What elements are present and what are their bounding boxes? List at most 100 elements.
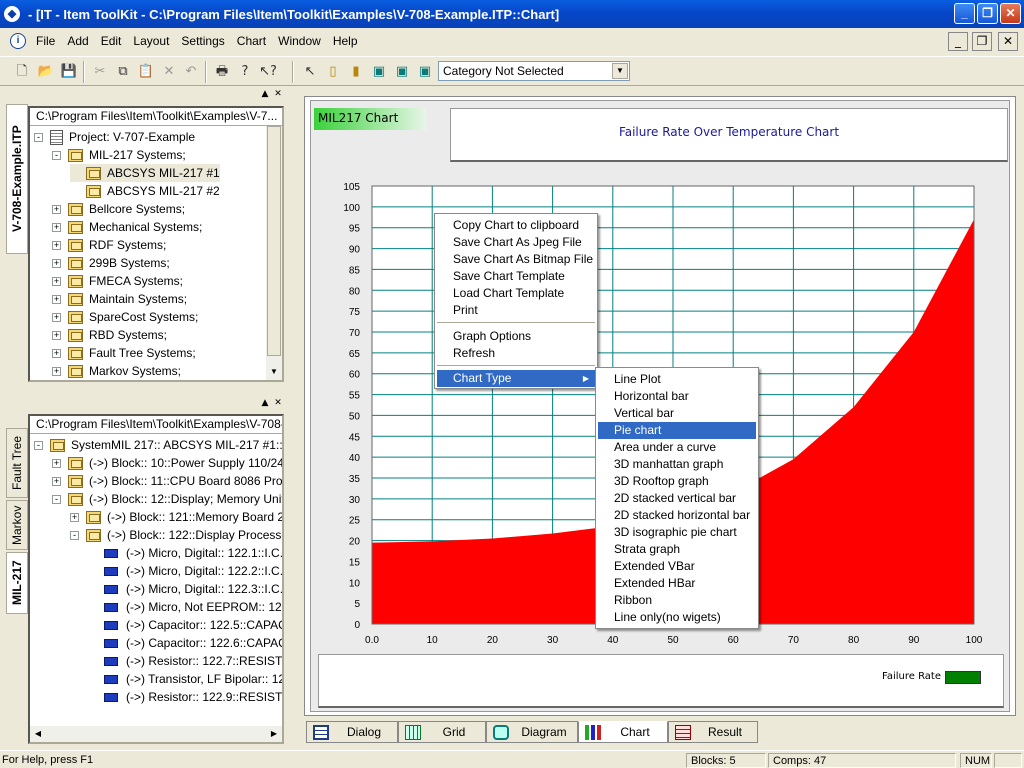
cut-icon[interactable]: ✂ — [90, 62, 110, 82]
panel-collapse-icon[interactable]: ▲ — [259, 398, 271, 409]
system-tree-item[interactable]: (->) Resistor:: 122.7::RESISTOI — [88, 652, 282, 670]
expand-icon[interactable]: + — [52, 330, 61, 340]
tab-project[interactable]: V-708-Example.ITP — [6, 104, 28, 254]
delete-icon[interactable]: ✕ — [159, 62, 179, 82]
project-tree-scrollbar[interactable]: ▼ — [266, 126, 282, 380]
project-tree-item[interactable]: + FMECA Systems; — [52, 272, 183, 290]
collapse-icon[interactable]: - — [52, 150, 61, 160]
expand-icon[interactable]: + — [52, 312, 61, 322]
link-component-icon[interactable]: ▣ — [415, 62, 435, 82]
expand-icon[interactable]: + — [70, 512, 79, 522]
menu-item-print[interactable]: Print — [437, 302, 595, 319]
chart-type-option[interactable]: Area under a curve — [598, 439, 756, 456]
chart-type-option[interactable]: Vertical bar — [598, 405, 756, 422]
chart-type-option[interactable]: Extended VBar — [598, 558, 756, 575]
project-tree-item[interactable]: ABCSYS MIL-217 #2 — [70, 182, 220, 200]
project-tree-item[interactable]: + Mechanical Systems; — [52, 218, 202, 236]
mdi-restore-button[interactable]: ❐ — [972, 32, 992, 51]
system-tree-item[interactable]: (->) Micro, Not EEPROM:: 122. — [88, 598, 282, 616]
chart-type-option[interactable]: 3D isographic pie chart — [598, 524, 756, 541]
collapse-icon[interactable]: - — [70, 530, 79, 540]
menu-help[interactable]: Help — [327, 34, 364, 48]
menu-layout[interactable]: Layout — [127, 34, 175, 48]
expand-icon[interactable]: + — [52, 258, 61, 268]
document-icon[interactable]: i — [10, 33, 26, 49]
system-tree-item[interactable]: - (->) Block:: 12::Display; Memory Unit D… — [52, 490, 282, 508]
scroll-right-icon[interactable]: ▶ — [266, 726, 282, 742]
tab-dialog[interactable]: Dialog — [306, 721, 398, 743]
undo-icon[interactable]: ↶ — [181, 62, 201, 82]
mdi-close-button[interactable]: ✕ — [998, 32, 1018, 51]
project-tree-item[interactable]: + Markov Systems; — [52, 362, 181, 380]
open-folder-icon[interactable]: 📂 — [36, 62, 56, 82]
panel-close-icon[interactable]: ✕ — [272, 89, 284, 100]
expand-icon[interactable]: + — [52, 476, 61, 486]
system-tree-item[interactable]: (->) Resistor:: 122.9::RESISTOI — [88, 688, 282, 706]
project-tree-item[interactable]: + RDF Systems; — [52, 236, 166, 254]
block-icon[interactable]: ▯ — [323, 62, 343, 82]
expand-icon[interactable]: + — [52, 366, 61, 376]
project-tree-item[interactable]: ABCSYS MIL-217 #1 — [70, 164, 220, 182]
system-tree-item[interactable]: + (->) Block:: 121::Memory Board 256 — [70, 508, 282, 526]
chart-type-option[interactable]: Ribbon — [598, 592, 756, 609]
chart-type-option[interactable]: 2D stacked horizontal bar — [598, 507, 756, 524]
expand-icon[interactable]: + — [52, 204, 61, 214]
print-icon[interactable]: 🖶 — [212, 62, 232, 82]
menu-chart[interactable]: Chart — [231, 34, 272, 48]
context-help-icon[interactable]: ↖? — [258, 62, 278, 82]
project-tree-item[interactable]: + Bellcore Systems; — [52, 200, 185, 218]
system-tree-item[interactable]: (->) Micro, Digital:: 122.1::I.C., D — [88, 544, 282, 562]
menu-item-load-template[interactable]: Load Chart Template — [437, 285, 595, 302]
chart-type-option[interactable]: Line only(no wigets) — [598, 609, 756, 626]
system-tree-item[interactable]: + (->) Block:: 11::CPU Board 8086 Proces — [52, 472, 282, 490]
system-tree-item[interactable]: (->) Micro, Digital:: 122.3::I.C., D — [88, 580, 282, 598]
tab-fault-tree[interactable]: Fault Tree — [6, 428, 28, 498]
save-icon[interactable]: 💾 — [59, 62, 79, 82]
scroll-left-icon[interactable]: ◀ — [30, 726, 46, 742]
scroll-down-icon[interactable]: ▼ — [266, 364, 282, 380]
mdi-minimize-button[interactable]: _ — [948, 32, 968, 51]
chart-type-option[interactable]: Pie chart — [598, 422, 756, 439]
help-icon[interactable]: ? — [235, 62, 255, 82]
chart-type-option[interactable]: 2D stacked vertical bar — [598, 490, 756, 507]
system-tree-item[interactable]: - (->) Block:: 122::Display Processor I — [70, 526, 282, 544]
menu-item-refresh[interactable]: Refresh — [437, 345, 595, 362]
pointer-icon[interactable]: ↖ — [300, 62, 320, 82]
new-file-icon[interactable]: 🗋 — [12, 62, 32, 82]
system-tree-item[interactable]: (->) Capacitor:: 122.5::CAPACIT — [88, 616, 282, 634]
menu-add[interactable]: Add — [61, 34, 94, 48]
project-tree-item[interactable]: + SpareCost Systems; — [52, 308, 198, 326]
panel-collapse-icon[interactable]: ▲ — [259, 89, 271, 100]
restore-button[interactable]: ❐ — [977, 3, 998, 24]
chart-type-option[interactable]: Extended HBar — [598, 575, 756, 592]
collapse-icon[interactable]: - — [52, 494, 61, 504]
tab-grid[interactable]: Grid — [398, 721, 486, 743]
category-select[interactable]: Category Not Selected ▼ — [438, 61, 630, 81]
collapse-icon[interactable]: - — [34, 440, 43, 450]
menu-settings[interactable]: Settings — [175, 34, 230, 48]
expand-icon[interactable]: + — [52, 240, 61, 250]
panel-close-icon[interactable]: ✕ — [272, 398, 284, 409]
minimize-button[interactable]: _ — [954, 3, 975, 24]
system-tree-item[interactable]: - SystemMIL 217:: ABCSYS MIL-217 #1::ABC — [34, 436, 282, 454]
menu-edit[interactable]: Edit — [95, 34, 128, 48]
expand-icon[interactable]: + — [52, 348, 61, 358]
menu-item-save-jpeg[interactable]: Save Chart As Jpeg File — [437, 234, 595, 251]
tab-result[interactable]: Result — [668, 721, 758, 743]
chart-type-option[interactable]: 3D Rooftop graph — [598, 473, 756, 490]
insert-block-icon[interactable]: ▮ — [346, 62, 366, 82]
menu-item-save-template[interactable]: Save Chart Template — [437, 268, 595, 285]
copy-icon[interactable]: ⧉ — [113, 62, 133, 82]
tab-diagram[interactable]: Diagram — [486, 721, 578, 743]
chart-type-option[interactable]: 3D manhattan graph — [598, 456, 756, 473]
expand-icon[interactable]: + — [52, 294, 61, 304]
insert-component-icon[interactable]: ▣ — [392, 62, 412, 82]
collapse-icon[interactable]: - — [34, 132, 43, 142]
project-tree-item[interactable]: + RBD Systems; — [52, 326, 167, 344]
chart-type-option[interactable]: Strata graph — [598, 541, 756, 558]
menu-item-graph-options[interactable]: Graph Options — [437, 328, 595, 345]
tab-mil-217[interactable]: MIL-217 — [6, 552, 28, 614]
expand-icon[interactable]: + — [52, 458, 61, 468]
expand-icon[interactable]: + — [52, 222, 61, 232]
menu-item-copy-chart[interactable]: Copy Chart to clipboard — [437, 217, 595, 234]
